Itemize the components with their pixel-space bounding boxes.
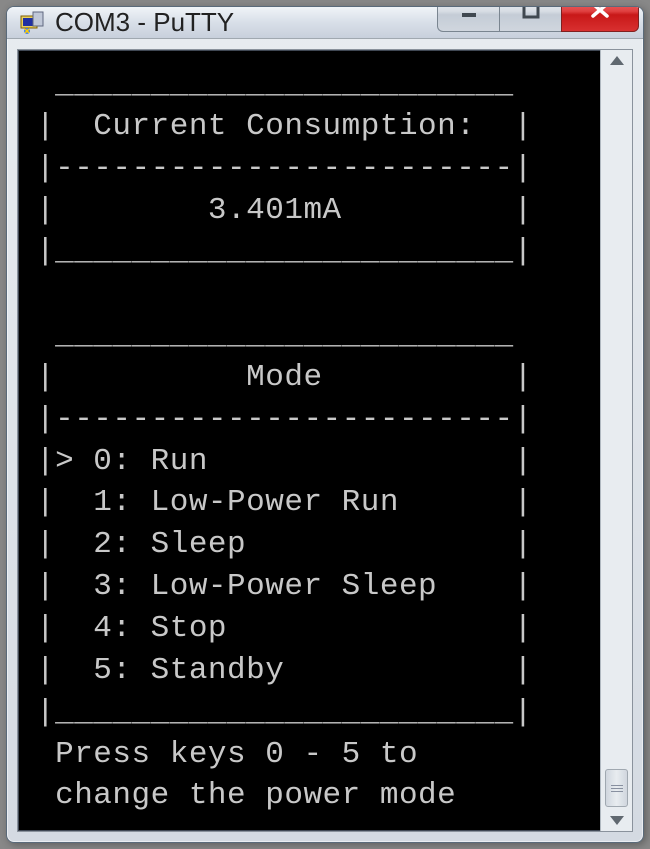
minimize-icon (459, 6, 479, 25)
close-button[interactable] (561, 6, 639, 32)
scroll-grip-icon (606, 770, 627, 806)
mode-header: | Mode | (36, 360, 533, 395)
mode-option-1: | 1: Low-Power Run | (36, 485, 533, 520)
app-window: COM3 - PuTTY ________________________ | … (6, 6, 644, 843)
client-area: ________________________ | Current Consu… (17, 49, 633, 832)
line: ________________________ (36, 67, 514, 102)
mode-option-5: | 5: Standby | (36, 653, 533, 688)
putty-icon (19, 10, 45, 36)
line: |------------------------| (36, 151, 533, 186)
mode-option-3: | 3: Low-Power Sleep | (36, 569, 533, 604)
maximize-button[interactable] (499, 6, 561, 32)
line: |________________________| (36, 695, 533, 730)
maximize-icon (521, 6, 541, 25)
vertical-scrollbar[interactable] (600, 50, 632, 831)
mode-option-4: | 4: Stop | (36, 611, 533, 646)
scroll-track[interactable] (601, 65, 632, 810)
current-consumption-value: | 3.401mA | (36, 193, 533, 228)
titlebar[interactable]: COM3 - PuTTY (7, 7, 643, 39)
prompt-line-2: change the power mode (36, 778, 456, 813)
window-title: COM3 - PuTTY (55, 7, 437, 38)
line: |________________________| (36, 234, 533, 269)
window-controls (437, 6, 639, 34)
close-icon (588, 6, 612, 25)
minimize-button[interactable] (437, 6, 499, 32)
prompt-line-1: Press keys 0 - 5 to (36, 737, 418, 772)
scroll-up-arrow-icon[interactable] (610, 56, 624, 65)
line: | Current Consumption: | (36, 109, 533, 144)
mode-option-0: |> 0: Run | (36, 444, 533, 479)
line: ________________________ (36, 318, 514, 353)
mode-option-2: | 2: Sleep | (36, 527, 533, 562)
terminal-output[interactable]: ________________________ | Current Consu… (18, 50, 600, 831)
scroll-down-arrow-icon[interactable] (610, 816, 624, 825)
scroll-thumb[interactable] (605, 769, 628, 807)
line: |------------------------| (36, 402, 533, 437)
